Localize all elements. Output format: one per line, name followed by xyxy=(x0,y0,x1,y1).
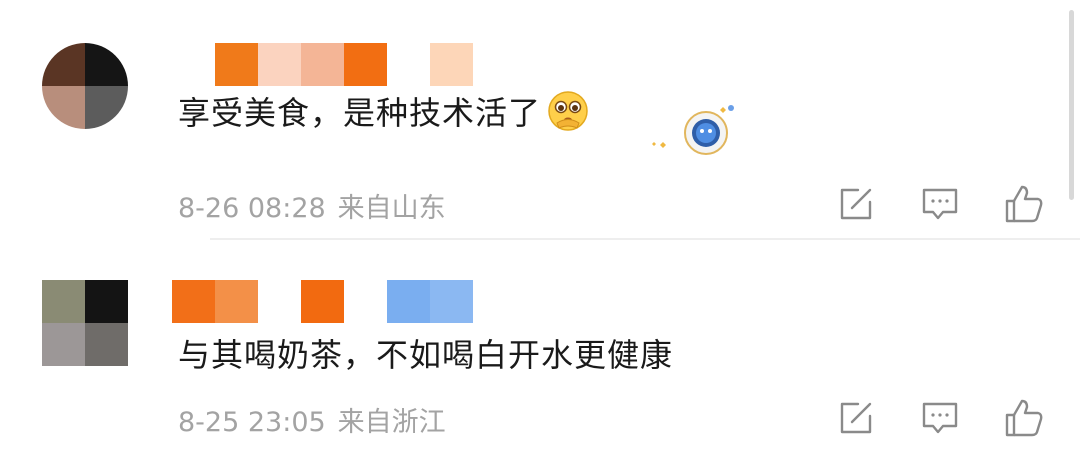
comment-bubble-icon xyxy=(921,399,959,437)
comment-text: 与其喝奶茶，不如喝白开水更健康 xyxy=(178,330,673,376)
username-redacted[interactable] xyxy=(215,43,473,86)
comment-actions xyxy=(794,396,1046,440)
comment-text-content: 享受美食，是种技术活了 xyxy=(178,94,542,132)
comment-text-content: 与其喝奶茶，不如喝白开水更健康 xyxy=(178,336,674,374)
thumbs-up-icon xyxy=(1004,184,1044,224)
mosaic-cell xyxy=(258,43,301,86)
mosaic-cell xyxy=(430,280,473,323)
repost-button[interactable] xyxy=(834,396,878,440)
thumbs-up-icon xyxy=(1004,398,1044,438)
reply-button[interactable] xyxy=(918,182,962,226)
mosaic-cell xyxy=(215,280,258,323)
like-button[interactable] xyxy=(1002,396,1046,440)
comment-bubble-icon xyxy=(921,185,959,223)
reply-button[interactable] xyxy=(918,396,962,440)
mosaic-cell xyxy=(387,280,430,323)
mosaic-cell xyxy=(301,43,344,86)
avatar-pixel xyxy=(42,280,85,323)
comment-meta: 8-25 23:05 来自浙江 xyxy=(178,400,446,439)
repost-edit-icon xyxy=(838,400,874,436)
comment-actions xyxy=(794,182,1046,226)
avatar-pixel xyxy=(42,43,85,86)
username-redacted[interactable] xyxy=(172,280,473,323)
mosaic-cell xyxy=(172,280,215,323)
mosaic-cell xyxy=(215,43,258,86)
avatar-pixel xyxy=(42,323,85,366)
mosaic-cell xyxy=(344,43,387,86)
comment-location: 来自浙江 xyxy=(337,407,446,438)
avatar-pixel xyxy=(85,43,128,86)
comment-timestamp: 8-26 08:28 xyxy=(178,193,326,224)
avatar-pixel xyxy=(85,323,128,366)
like-button[interactable] xyxy=(1002,182,1046,226)
avatar-pixel xyxy=(85,280,128,323)
comment-meta: 8-26 08:28 来自山东 xyxy=(178,186,446,225)
scrollbar[interactable] xyxy=(1069,10,1074,200)
comment-item: 享受美食，是种技术活了 8-26 08:28 来自山东 xyxy=(0,0,1080,238)
comment-item: 与其喝奶茶，不如喝白开水更健康 8-25 23:05 来自浙江 xyxy=(0,238,1080,468)
mosaic-cell xyxy=(430,43,473,86)
mosaic-cell xyxy=(387,43,430,86)
avatar-pixel xyxy=(85,86,128,129)
astronaut-badge-icon xyxy=(650,100,742,160)
avatar[interactable] xyxy=(42,43,128,129)
pleading-face-icon xyxy=(547,90,589,132)
repost-edit-icon xyxy=(838,186,874,222)
comment-location: 来自山东 xyxy=(337,193,446,224)
comment-text: 享受美食，是种技术活了 xyxy=(178,88,589,136)
mosaic-cell xyxy=(344,280,387,323)
mosaic-cell xyxy=(258,280,301,323)
repost-button[interactable] xyxy=(834,182,878,226)
avatar[interactable] xyxy=(42,280,128,366)
avatar-pixel xyxy=(42,86,85,129)
comment-timestamp: 8-25 23:05 xyxy=(178,407,326,438)
mosaic-cell xyxy=(301,280,344,323)
